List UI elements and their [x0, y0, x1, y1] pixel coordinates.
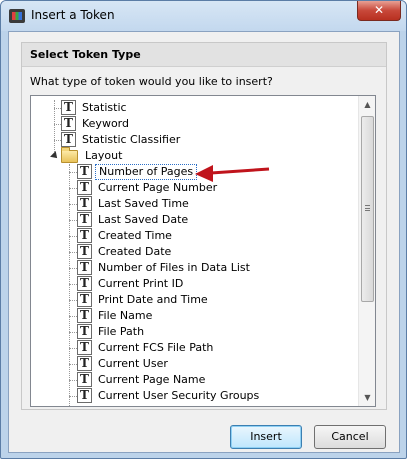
- tree-folder-layout[interactable]: Layout: [61, 147, 125, 164]
- tree-item-label: Current Print ID: [98, 277, 184, 290]
- token-icon: T: [77, 372, 92, 387]
- tree-item-label: Current User Security Groups: [98, 389, 260, 402]
- insert-button[interactable]: Insert: [230, 425, 302, 449]
- tree-connector: [69, 204, 77, 205]
- tree-item-current-user[interactable]: T Current User: [77, 356, 171, 372]
- tree-connector: [69, 236, 77, 237]
- token-icon: T: [77, 356, 92, 371]
- title-bar[interactable]: Insert a Token ✕: [1, 1, 406, 31]
- tree-item-created-time[interactable]: T Created Time: [77, 228, 175, 244]
- tree-item-current-page-name[interactable]: T Current Page Name: [77, 372, 208, 388]
- tree-connector: [69, 188, 77, 189]
- tree-item-current-print-id[interactable]: T Current Print ID: [77, 276, 186, 292]
- group-header: Select Token Type: [22, 43, 386, 67]
- tree-item-label: Layout: [85, 149, 123, 162]
- token-icon: T: [77, 260, 92, 275]
- tree-connector: [69, 284, 77, 285]
- tree-connector: [69, 316, 77, 317]
- tree-connector: [69, 332, 77, 333]
- tree-connector: [54, 140, 61, 141]
- grip-icon: [365, 205, 370, 211]
- token-icon: T: [61, 100, 76, 115]
- tree-item-label: Current User: [98, 357, 168, 370]
- tree-item-keyword[interactable]: T Keyword: [61, 116, 132, 132]
- tree-item-number-of-pages[interactable]: T Number of Pages: [77, 164, 198, 180]
- token-icon: T: [77, 244, 92, 259]
- tree-connector: [69, 380, 77, 381]
- group-title: Select Token Type: [30, 48, 141, 61]
- tree-connector: [69, 268, 77, 269]
- token-icon: T: [77, 292, 92, 307]
- tree-item-label: Number of Files in Data List: [98, 261, 250, 274]
- scroll-up-icon[interactable]: ▲: [359, 96, 375, 113]
- token-icon: T: [77, 180, 92, 195]
- tree-item-label: Statistic: [82, 101, 127, 114]
- cancel-button[interactable]: Cancel: [314, 425, 386, 449]
- tree-connector: [69, 252, 77, 253]
- app-icon: [9, 9, 25, 23]
- tree-connector: [69, 220, 77, 221]
- tree-item-current-page-number[interactable]: T Current Page Number: [77, 180, 220, 196]
- tree-item-label: Current FCS File Path: [98, 341, 214, 354]
- tree-item-current-user-security-groups[interactable]: T Current User Security Groups: [77, 388, 262, 404]
- tree-item-label: Number of Pages: [95, 164, 198, 180]
- tree-item-label: Keyword: [82, 117, 129, 130]
- token-type-group: Select Token Type What type of token wou…: [21, 42, 387, 410]
- tree-item-label: Current Page Number: [98, 181, 218, 194]
- tree-item-label: Created Time: [98, 229, 172, 242]
- tree-item-label: Current Page Name: [98, 373, 206, 386]
- collapse-arrow-icon[interactable]: [50, 151, 60, 161]
- tree-connector: [69, 348, 77, 349]
- dialog-client: Select Token Type What type of token wou…: [8, 31, 400, 453]
- token-icon: T: [77, 228, 92, 243]
- tree-item-print-date-and-time[interactable]: T Print Date and Time: [77, 292, 211, 308]
- tree-connector: [54, 124, 61, 125]
- tree-item-label: Last Saved Date: [98, 213, 189, 226]
- scroll-down-icon[interactable]: ▼: [359, 389, 375, 406]
- tree-item-statistic[interactable]: T Statistic: [61, 100, 130, 116]
- token-icon: T: [77, 196, 92, 211]
- question-label: What type of token would you like to ins…: [30, 75, 273, 88]
- tree-item-file-name[interactable]: T File Name: [77, 308, 155, 324]
- tree-connector: [69, 172, 77, 173]
- token-icon: T: [61, 132, 76, 147]
- scrollbar-thumb[interactable]: [361, 116, 374, 302]
- tree-item-file-path[interactable]: T File Path: [77, 324, 147, 340]
- token-icon: T: [61, 116, 76, 131]
- tree-item-number-of-files-in-data-list[interactable]: T Number of Files in Data List: [77, 260, 253, 276]
- tree-item-label: File Name: [98, 309, 153, 322]
- tree-connector: [69, 300, 77, 301]
- token-icon: T: [77, 308, 92, 323]
- folder-open-icon: [61, 147, 78, 163]
- tree-item-statistic-classifier[interactable]: T Statistic Classifier: [61, 132, 183, 148]
- tree-connector: [69, 164, 70, 406]
- tree-connector: [69, 396, 77, 397]
- token-icon: T: [77, 340, 92, 355]
- window-title: Insert a Token: [31, 8, 115, 22]
- token-icon: T: [77, 212, 92, 227]
- tree-viewport: T Statistic T Keyword T Statistic Classifie…: [31, 96, 359, 406]
- tree-item-current-fcs-file-path[interactable]: T Current FCS File Path: [77, 340, 216, 356]
- token-icon: T: [77, 388, 92, 403]
- tree-item-label: File Path: [98, 325, 145, 338]
- tree-item-last-saved-time[interactable]: T Last Saved Time: [77, 196, 192, 212]
- tree-item-label: Print Date and Time: [98, 293, 208, 306]
- tree-item-label: Statistic Classifier: [82, 133, 181, 146]
- token-tree[interactable]: T Statistic T Keyword T Statistic Classifie…: [30, 95, 376, 407]
- tree-item-label: Last Saved Time: [98, 197, 189, 210]
- tree-item-created-date[interactable]: T Created Date: [77, 244, 174, 260]
- close-button[interactable]: ✕: [357, 1, 401, 21]
- tree-vertical-scrollbar[interactable]: ▲ ▼: [358, 96, 375, 406]
- token-icon: T: [77, 276, 92, 291]
- dialog-window: Insert a Token ✕ Select Token Type What …: [0, 0, 407, 459]
- token-icon: T: [77, 164, 92, 179]
- tree-connector: [54, 108, 61, 109]
- tree-item-label: Created Date: [98, 245, 172, 258]
- tree-connector: [69, 364, 77, 365]
- token-icon: T: [77, 324, 92, 339]
- tree-item-last-saved-date[interactable]: T Last Saved Date: [77, 212, 191, 228]
